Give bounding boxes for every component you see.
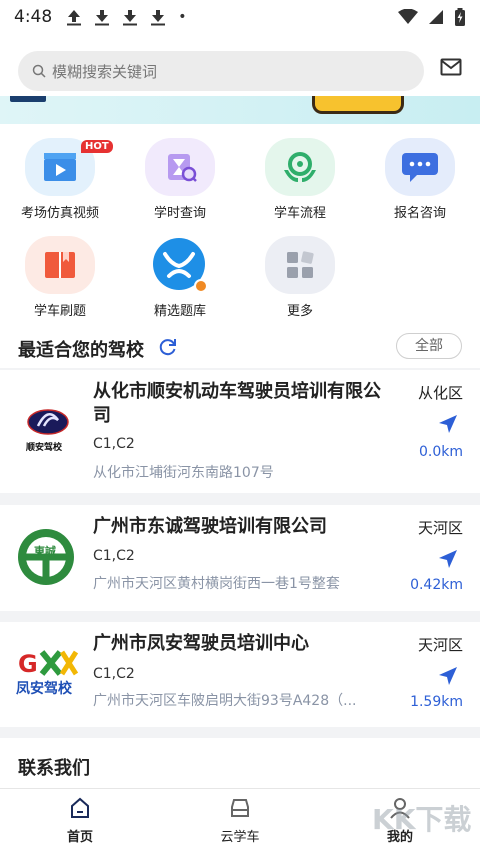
navigation-icon[interactable] bbox=[438, 666, 458, 686]
app-logo-icon bbox=[145, 236, 215, 294]
download-icon bbox=[123, 10, 138, 26]
navigation-icon[interactable] bbox=[438, 414, 458, 434]
contact-section: 联系我们 bbox=[0, 738, 480, 788]
section-title: 最适合您的驾校 bbox=[18, 340, 144, 361]
status-notification-icons: • bbox=[66, 8, 186, 26]
school-address: 从化市江埔街河东南路107号 bbox=[93, 465, 274, 481]
school-distance: 0.42km bbox=[410, 577, 463, 593]
school-logo: 顺安驾校 bbox=[16, 406, 80, 456]
status-bar: 4:48 • bbox=[0, 0, 480, 34]
search-header: 模糊搜索关键词 bbox=[0, 34, 480, 96]
school-address: 广州市天河区车陂启明大街93号A428（... bbox=[93, 693, 357, 709]
school-district: 天河区 bbox=[417, 636, 463, 654]
upload-icon bbox=[67, 10, 82, 26]
download-icon bbox=[95, 10, 110, 26]
refresh-icon[interactable] bbox=[158, 337, 178, 357]
grid-item-label: 精选题库 bbox=[153, 304, 206, 319]
school-distance: 1.59km bbox=[410, 694, 463, 710]
status-time: 4:48 bbox=[14, 7, 53, 27]
wifi-icon bbox=[398, 9, 418, 24]
grid-item-exam-video[interactable]: HOT 考场仿真视频 bbox=[10, 138, 113, 221]
grid-item-label: 考场仿真视频 bbox=[20, 206, 99, 221]
grid-item-label: 学车刷题 bbox=[33, 304, 86, 319]
school-name: 从化市顺安机动车驾驶员培训有限公司 bbox=[93, 381, 381, 426]
grid-item-question-bank[interactable]: 精选题库 bbox=[130, 236, 230, 319]
search-placeholder: 模糊搜索关键词 bbox=[52, 62, 158, 81]
book-icon bbox=[25, 236, 95, 294]
school-district: 从化区 bbox=[417, 384, 463, 402]
more-grid-icon bbox=[265, 236, 335, 294]
all-schools-button[interactable]: 全部 bbox=[396, 333, 462, 359]
contact-title: 联系我们 bbox=[18, 758, 90, 779]
grid-item-label: 更多 bbox=[286, 304, 313, 319]
grid-item-label: 学时查询 bbox=[153, 206, 206, 221]
feature-grid: HOT 考场仿真视频 学时查询 学车流程 报名咨询 学车刷题 精选题库 更多 bbox=[0, 124, 480, 328]
home-icon bbox=[71, 797, 89, 818]
watermark: KK下载 bbox=[372, 803, 472, 836]
recommended-schools-header: 最适合您的驾校 全部 bbox=[0, 328, 480, 368]
video-icon: HOT bbox=[25, 138, 113, 196]
steering-wheel-icon bbox=[265, 138, 335, 196]
battery-icon bbox=[455, 8, 465, 26]
grid-item-practice-questions[interactable]: 学车刷题 bbox=[10, 236, 110, 319]
grid-item-study-hours[interactable]: 学时查询 bbox=[130, 138, 230, 221]
school-card[interactable]: 顺安驾校 从化市顺安机动车驾驶员培训有限公司 C1,C2 从化市江埔街河东南路1… bbox=[0, 370, 480, 493]
search-input[interactable]: 模糊搜索关键词 bbox=[18, 51, 424, 91]
car-icon bbox=[231, 799, 249, 817]
grid-item-learning-process[interactable]: 学车流程 bbox=[250, 138, 350, 221]
mail-icon[interactable] bbox=[440, 58, 462, 76]
tab-label: 云学车 bbox=[220, 830, 260, 845]
school-logo: 東誠 bbox=[16, 527, 76, 587]
hourglass-search-icon bbox=[145, 138, 215, 196]
grid-item-label: 学车流程 bbox=[273, 206, 326, 221]
notification-dot: • bbox=[178, 9, 187, 25]
school-logo-text: 顺安驾校 bbox=[26, 443, 63, 453]
school-logo: G 凤安驾校 bbox=[16, 648, 82, 700]
school-address: 广州市天河区黄村横岗街西一巷1号整套 bbox=[93, 576, 340, 592]
school-distance: 0.0km bbox=[418, 444, 463, 460]
school-district: 天河区 bbox=[417, 519, 463, 537]
signal-icon bbox=[429, 10, 443, 24]
tab-label: 首页 bbox=[66, 830, 93, 845]
navigation-icon[interactable] bbox=[438, 549, 458, 569]
school-card[interactable]: 東誠 广州市东诚驾驶培训有限公司 C1,C2 广州市天河区黄村横岗街西一巷1号整… bbox=[0, 505, 480, 611]
tab-cloud-driving[interactable]: 云学车 bbox=[200, 797, 280, 845]
school-name: 广州市凤安驾驶员培训中心 bbox=[93, 633, 309, 654]
school-card[interactable]: G 凤安驾校 广州市凤安驾驶员培训中心 C1,C2 广州市天河区车陂启明大街93… bbox=[0, 622, 480, 727]
grid-item-more[interactable]: 更多 bbox=[250, 236, 350, 319]
tab-home[interactable]: 首页 bbox=[40, 797, 120, 845]
search-icon bbox=[32, 64, 46, 78]
school-logo-text: 凤安驾校 bbox=[16, 681, 72, 697]
svg-text:G: G bbox=[18, 650, 38, 678]
hot-badge: HOT bbox=[81, 140, 113, 153]
school-license: C1,C2 bbox=[93, 666, 135, 682]
school-name: 广州市东诚驾驶培训有限公司 bbox=[93, 516, 327, 537]
school-logo-text: 東誠 bbox=[34, 545, 56, 558]
school-license: C1,C2 bbox=[93, 548, 135, 564]
download-icon bbox=[151, 10, 166, 26]
grid-item-label: 报名咨询 bbox=[393, 206, 446, 221]
chat-icon bbox=[385, 138, 455, 196]
grid-item-enrollment-consult[interactable]: 报名咨询 bbox=[370, 138, 470, 221]
school-license: C1,C2 bbox=[93, 436, 135, 452]
